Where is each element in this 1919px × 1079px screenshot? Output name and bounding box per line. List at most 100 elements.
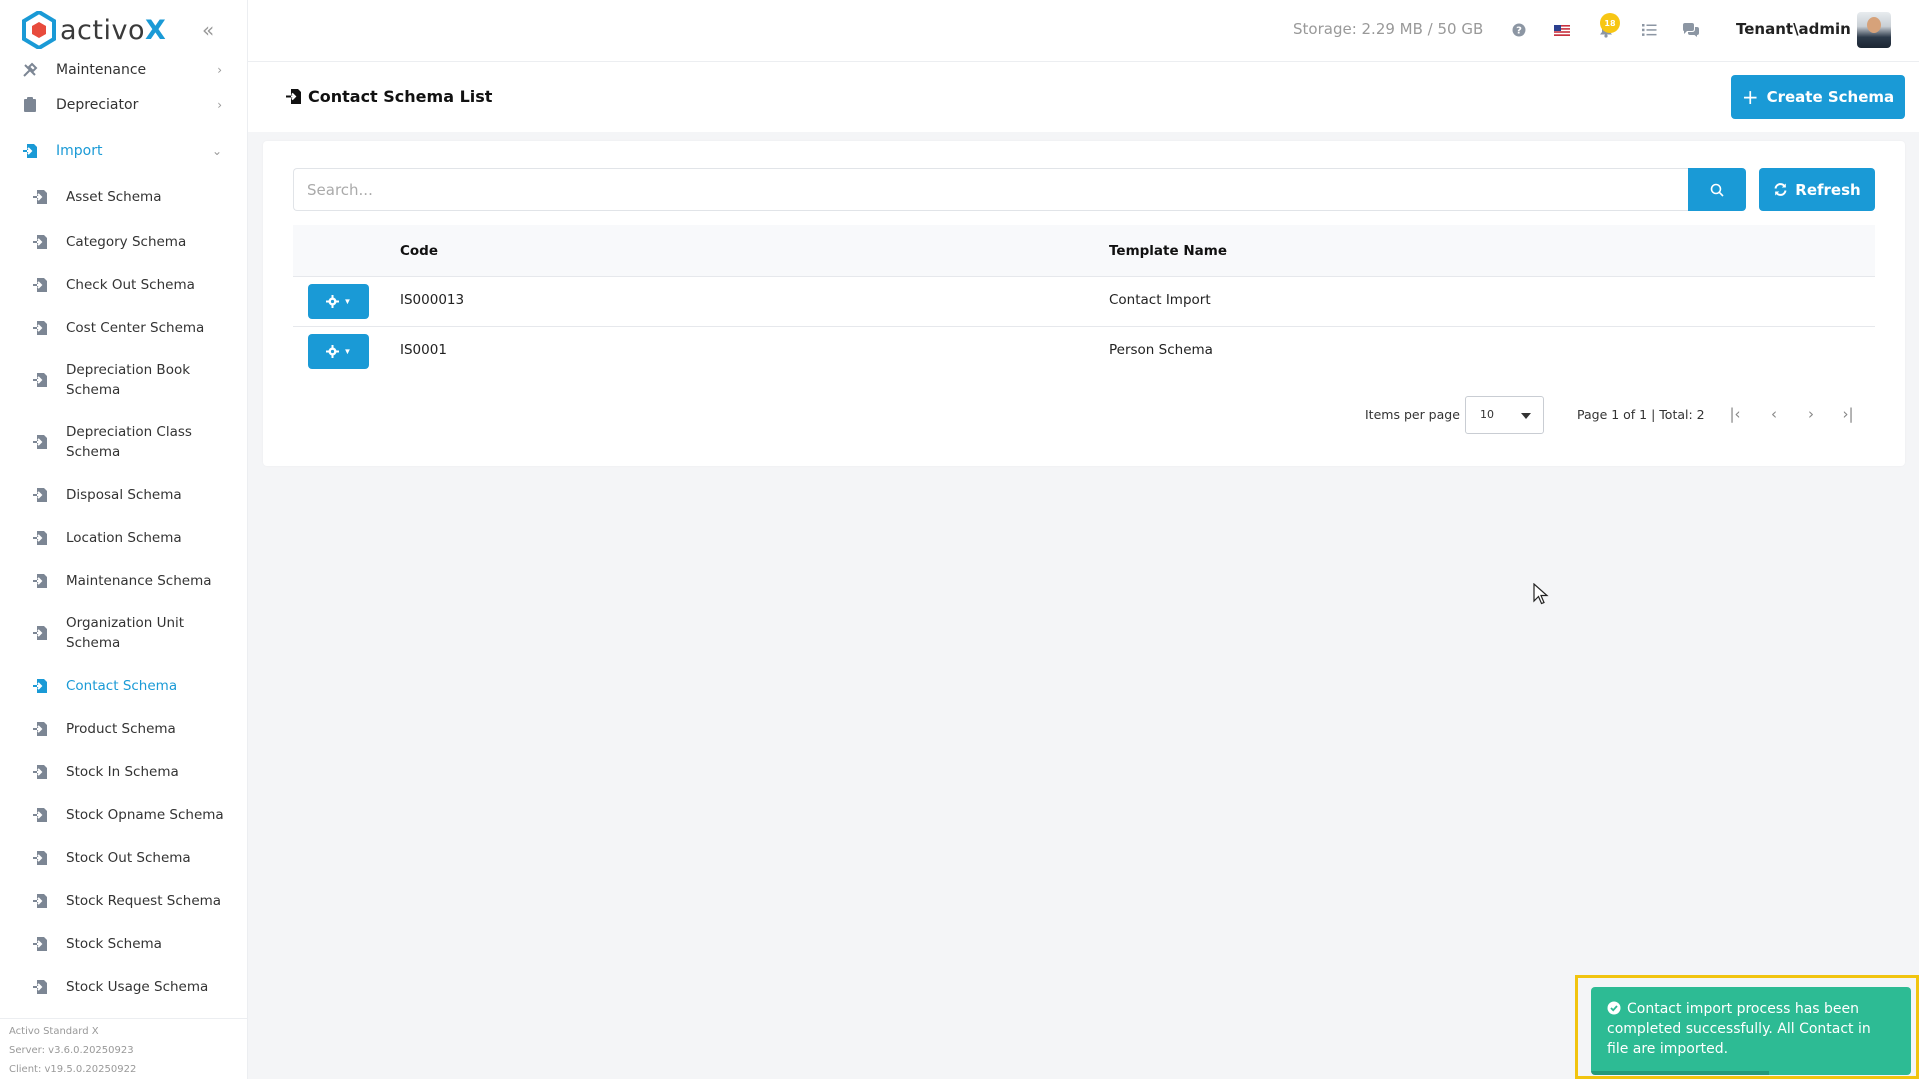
sidebar-item-depreciator[interactable]: Depreciator › [0, 82, 247, 128]
row-actions-button[interactable]: ▼ [308, 334, 369, 369]
items-per-page-select[interactable]: 10 [1465, 396, 1544, 434]
avatar[interactable] [1857, 12, 1891, 48]
sidebar-item-label: Location Schema [66, 529, 182, 546]
caret-down-icon [1521, 413, 1531, 419]
sidebar: activoX « Maintenance › Depreciator › Im… [0, 0, 248, 1079]
import-icon [33, 435, 47, 449]
row-actions-button[interactable]: ▼ [308, 284, 369, 319]
chevron-down-icon: ⌄ [211, 144, 222, 158]
page-info: Page 1 of 1 | Total: 2 [1577, 407, 1705, 422]
activo-logo-icon [22, 11, 56, 49]
sidebar-item-label: Stock Schema [66, 935, 162, 952]
cell-template-name: Contact Import [1109, 292, 1211, 308]
sidebar-item-product-schema[interactable]: Product Schema [0, 707, 247, 750]
table-row[interactable]: ▼ IS0001 Person Schema [293, 327, 1875, 377]
page-titlebar: Contact Schema List + Create Schema [248, 62, 1919, 132]
import-icon [286, 89, 301, 104]
sidebar-item-stock-schema[interactable]: Stock Schema [0, 922, 247, 965]
create-schema-button[interactable]: + Create Schema [1731, 75, 1905, 119]
import-icon [33, 764, 47, 779]
import-icon [33, 320, 47, 335]
sidebar-item-disposal-schema[interactable]: Disposal Schema [0, 473, 247, 516]
toast-message: Contact import process has been complete… [1607, 1001, 1871, 1057]
sidebar-item-asset-schema[interactable]: Asset Schema [0, 174, 247, 220]
sidebar-item-maintenance[interactable]: Maintenance › [0, 58, 247, 82]
user-name[interactable]: Tenant\admin [1736, 20, 1851, 38]
cell-template-name: Person Schema [1109, 342, 1213, 358]
import-submenu: Asset Schema Category Schema Check Out Sch… [0, 174, 247, 1008]
column-header-template-name[interactable]: Template Name [1109, 243, 1227, 259]
prev-page-icon[interactable]: ‹ [1763, 403, 1785, 425]
sidebar-item-label: Stock In Schema [66, 763, 179, 780]
import-icon [33, 807, 47, 822]
sidebar-item-import[interactable]: Import ⌄ [0, 128, 247, 174]
sidebar-item-stock-request-schema[interactable]: Stock Request Schema [0, 879, 247, 922]
brand-logo[interactable]: activoX [22, 10, 166, 50]
sidebar-item-stock-out-schema[interactable]: Stock Out Schema [0, 836, 247, 879]
chevron-right-icon: › [217, 98, 222, 112]
search-input[interactable] [293, 168, 1688, 211]
sidebar-item-label: Stock Usage Schema [66, 978, 209, 995]
first-page-icon[interactable]: |‹ [1724, 403, 1746, 425]
cell-code: IS000013 [400, 292, 465, 308]
storage-usage: Storage: 2.29 MB / 50 GB [1293, 20, 1484, 38]
chat-icon[interactable] [1682, 21, 1700, 39]
search-icon [1710, 183, 1724, 197]
sidebar-item-location-schema[interactable]: Location Schema [0, 516, 247, 559]
help-icon[interactable]: ? [1510, 21, 1528, 39]
sidebar-item-cost-center-schema[interactable]: Cost Center Schema [0, 306, 247, 349]
sidebar-item-stock-in-schema[interactable]: Stock In Schema [0, 750, 247, 793]
sidebar-item-depreciation-class-schema[interactable]: Depreciation Class Schema [0, 411, 247, 473]
import-icon [33, 850, 47, 865]
last-page-icon[interactable]: ›| [1837, 403, 1859, 425]
toast-progress-bar [1591, 1071, 1769, 1075]
import-icon [33, 190, 47, 204]
import-icon [33, 373, 47, 387]
version-info: Activo Standard X Server: v3.6.0.2025092… [0, 1018, 247, 1079]
import-icon [33, 234, 47, 249]
sidebar-item-label: Cost Center Schema [66, 319, 205, 336]
column-header-code[interactable]: Code [400, 243, 438, 259]
wrench-icon [22, 62, 38, 78]
table-body: ▼ IS000013 Contact Import ▼ IS0001 Person Sch… [293, 277, 1875, 377]
refresh-icon [1774, 183, 1787, 196]
sidebar-item-organization-unit-schema[interactable]: Organization Unit Schema [0, 602, 247, 664]
gear-icon [325, 345, 339, 358]
table-row[interactable]: ▼ IS000013 Contact Import [293, 277, 1875, 327]
caret-down-icon: ▼ [343, 347, 352, 356]
search-button[interactable] [1688, 168, 1746, 211]
plus-icon: + [1741, 85, 1759, 109]
next-page-icon[interactable]: › [1800, 403, 1822, 425]
sidebar-item-label: Asset Schema [66, 189, 162, 205]
sidebar-nav: Maintenance › Depreciator › Import ⌄ Ass… [0, 58, 247, 1008]
caret-down-icon: ▼ [343, 297, 352, 306]
sidebar-item-label: Depreciation Book Schema [66, 362, 191, 398]
import-icon [33, 487, 47, 502]
collapse-sidebar-icon[interactable]: « [202, 18, 214, 42]
sidebar-item-label: Check Out Schema [66, 276, 195, 293]
success-toast[interactable]: Contact import process has been complete… [1591, 987, 1911, 1075]
sidebar-item-label: Maintenance Schema [66, 572, 212, 589]
import-icon [33, 277, 47, 292]
flag-us-icon[interactable] [1553, 21, 1571, 39]
sidebar-item-category-schema[interactable]: Category Schema [0, 220, 247, 263]
sidebar-item-label: Category Schema [66, 233, 187, 250]
schema-list-card: Refresh Code Template Name ▼ IS000013 Cont… [263, 141, 1905, 466]
sidebar-item-label: Contact Schema [66, 677, 178, 694]
sidebar-item-stock-usage-schema[interactable]: Stock Usage Schema [0, 965, 247, 1008]
top-header: Storage: 2.29 MB / 50 GB ? 18 Tenant\adm… [248, 0, 1919, 62]
page-title: Contact Schema List [286, 87, 492, 106]
schema-table: Code Template Name ▼ IS000013 Contact Impo… [293, 225, 1875, 377]
task-list-icon[interactable] [1640, 21, 1658, 39]
sidebar-item-contact-schema[interactable]: Contact Schema [0, 664, 247, 707]
refresh-button[interactable]: Refresh [1759, 168, 1875, 211]
import-icon [33, 530, 47, 545]
check-circle-icon [1607, 1001, 1621, 1015]
sidebar-item-check-out-schema[interactable]: Check Out Schema [0, 263, 247, 306]
sidebar-item-stock-opname-schema[interactable]: Stock Opname Schema [0, 793, 247, 836]
sidebar-item-label: Stock Out Schema [66, 849, 191, 866]
sidebar-item-maintenance-schema[interactable]: Maintenance Schema [0, 559, 247, 602]
sidebar-item-depreciation-book-schema[interactable]: Depreciation Book Schema [0, 349, 247, 411]
brand-name: activoX [60, 14, 167, 46]
import-icon [33, 678, 47, 693]
